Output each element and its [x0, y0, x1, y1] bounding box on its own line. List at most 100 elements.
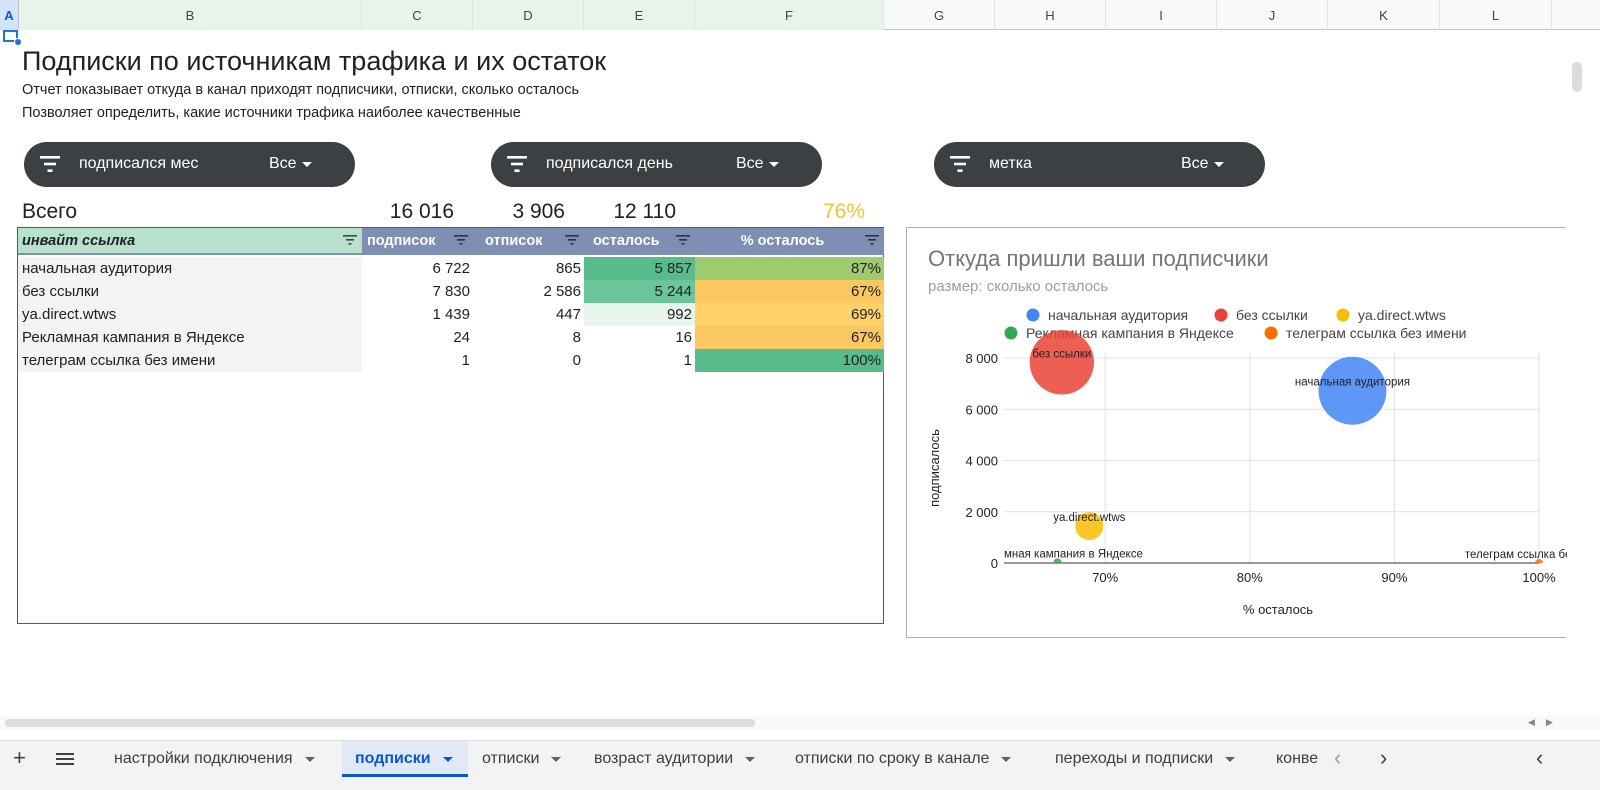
report-description-1: Отчет показывает откуда в канал приходят…	[22, 82, 580, 98]
legend-marker	[1264, 326, 1278, 340]
x-tick-label: 100%	[1522, 570, 1556, 585]
tab-menu-icon[interactable]	[442, 756, 453, 762]
filter-chip-month[interactable]: подписался мес Все	[24, 142, 355, 187]
cell-unsubscribed[interactable]: 0	[473, 349, 584, 372]
cell-source[interactable]: ya.direct.wtws	[18, 303, 362, 326]
column-header-i[interactable]: I	[1106, 0, 1217, 30]
tab-menu-icon[interactable]	[304, 756, 315, 762]
legend-label: телеграм ссылка без имени	[1286, 325, 1467, 341]
column-header-a[interactable]: A	[0, 0, 19, 30]
chart-title: Откуда пришли ваши подписчики	[928, 246, 1269, 271]
cell-source[interactable]: без ссылки	[18, 280, 362, 303]
filter-icon[interactable]	[865, 235, 879, 245]
scroll-right-icon[interactable]: ▶	[1546, 717, 1553, 728]
tab-menu-icon[interactable]	[745, 756, 756, 762]
filter-label: метка	[989, 155, 1032, 172]
bubble-label: ya.direct.wtws	[1053, 512, 1125, 524]
column-header-h[interactable]: H	[995, 0, 1106, 30]
sheet-tab[interactable]: переходы и подписки	[1041, 741, 1262, 777]
sheet-tab[interactable]: возраст аудитории	[580, 741, 781, 777]
cell-unsubscribed[interactable]: 865	[473, 257, 584, 280]
sheet-tab-label: конве	[1276, 750, 1319, 767]
tab-menu-icon[interactable]	[1225, 756, 1236, 762]
chevron-down-icon	[768, 161, 779, 167]
pivot-header-subscribed[interactable]: подписок	[362, 228, 473, 253]
cell-remaining[interactable]: 5 244	[584, 280, 695, 303]
selection-handle[interactable]	[14, 38, 22, 46]
cell-source[interactable]: телеграм ссылка без имени	[18, 349, 362, 372]
tab-scroll-left-icon[interactable]: ‹	[1334, 745, 1341, 771]
cell-unsubscribed[interactable]: 8	[473, 326, 584, 349]
all-sheets-icon[interactable]	[56, 752, 74, 766]
sheet-tabs-bar: + настройки подключения подписки отписки во…	[0, 740, 1600, 790]
cell-remaining[interactable]: 992	[584, 303, 695, 326]
filter-value-dropdown[interactable]: Все	[736, 155, 779, 173]
cell-remaining[interactable]: 1	[584, 349, 695, 372]
legend-marker	[1004, 326, 1018, 340]
cell-source[interactable]: начальная аудитория	[18, 257, 362, 280]
filter-chip-day[interactable]: подписался день Все	[491, 142, 822, 187]
filter-icon[interactable]	[676, 235, 690, 245]
cell-remaining[interactable]: 16	[584, 326, 695, 349]
cell-subscribed[interactable]: 24	[362, 326, 473, 349]
scrollbar-thumb[interactable]	[5, 719, 755, 727]
y-tick-label: 6 000	[965, 402, 998, 417]
column-header-j[interactable]: J	[1217, 0, 1328, 30]
column-header-b[interactable]: B	[19, 0, 362, 30]
cell-percent[interactable]: 100%	[695, 349, 884, 372]
pivot-header-percent[interactable]: % осталось	[695, 228, 884, 253]
sheet-tab-label: переходы и подписки	[1055, 750, 1214, 767]
horizontal-scrollbar[interactable]: ◀ ▶	[0, 716, 1600, 730]
filter-value-dropdown[interactable]: Все	[1181, 155, 1224, 173]
column-header-c[interactable]: C	[362, 0, 473, 30]
cell-unsubscribed[interactable]: 2 586	[473, 280, 584, 303]
column-header-e[interactable]: E	[584, 0, 695, 30]
sheet-tab[interactable]: конве	[1262, 741, 1322, 777]
column-header-k[interactable]: K	[1328, 0, 1440, 30]
sheet-grid[interactable]: Подписки по источникам трафика и их оста…	[0, 30, 1586, 730]
report-title: Подписки по источникам трафика и их оста…	[22, 46, 607, 76]
cell-source[interactable]: Рекламная кампания в Яндексе	[18, 326, 362, 349]
column-header-g[interactable]: G	[884, 0, 995, 30]
pivot-header-remaining[interactable]: осталось	[584, 228, 695, 253]
bubble-1	[1318, 356, 1387, 425]
filter-icon[interactable]	[565, 235, 579, 245]
bubble-chart[interactable]: Откуда пришли ваши подписчики размер: ско…	[906, 227, 1569, 638]
tab-menu-icon[interactable]	[1001, 756, 1012, 762]
cell-percent[interactable]: 87%	[695, 257, 884, 280]
header-divider	[18, 253, 884, 255]
collapse-icon[interactable]: ‹	[1536, 745, 1543, 771]
add-sheet-icon[interactable]: +	[13, 745, 26, 771]
sheet-tab[interactable]: отписки по сроку в канале	[781, 741, 1041, 777]
scroll-left-icon[interactable]: ◀	[1528, 717, 1535, 728]
cell-subscribed[interactable]: 1	[362, 349, 473, 372]
sheet-tab[interactable]: подписки	[342, 741, 468, 777]
cell-unsubscribed[interactable]: 447	[473, 303, 584, 326]
sheet-tab[interactable]: отписки	[468, 741, 580, 777]
tab-menu-icon[interactable]	[551, 756, 562, 762]
cell-remaining[interactable]: 5 857	[584, 257, 695, 280]
bubble-label: начальная аудитория	[1295, 377, 1410, 389]
cell-subscribed[interactable]: 7 830	[362, 280, 473, 303]
sheet-tab-label: возраст аудитории	[594, 750, 734, 767]
cell-subscribed[interactable]: 6 722	[362, 257, 473, 280]
pivot-table[interactable]: инвайт ссылка подписок отписок осталось …	[17, 227, 884, 624]
pivot-header-source[interactable]: инвайт ссылка	[18, 228, 362, 253]
filter-value-dropdown[interactable]: Все	[269, 155, 312, 173]
tab-scroll-right-icon[interactable]: ›	[1380, 745, 1387, 771]
pivot-header-unsubscribed[interactable]: отписок	[473, 228, 584, 253]
column-header-l[interactable]: L	[1440, 0, 1552, 30]
bubble-2	[1029, 330, 1095, 395]
sheet-tab[interactable]: настройки подключения	[100, 741, 342, 777]
filter-icon[interactable]	[343, 235, 357, 245]
vertical-scrollbar[interactable]	[1572, 62, 1582, 92]
column-header-d[interactable]: D	[473, 0, 584, 30]
filter-chip-tag[interactable]: метка Все	[934, 142, 1265, 187]
cell-percent[interactable]: 67%	[695, 326, 884, 349]
filter-icon[interactable]	[454, 235, 468, 245]
cell-percent[interactable]: 67%	[695, 280, 884, 303]
filter-label: подписался день	[546, 155, 673, 172]
column-header-f[interactable]: F	[695, 0, 884, 30]
cell-subscribed[interactable]: 1 439	[362, 303, 473, 326]
cell-percent[interactable]: 69%	[695, 303, 884, 326]
